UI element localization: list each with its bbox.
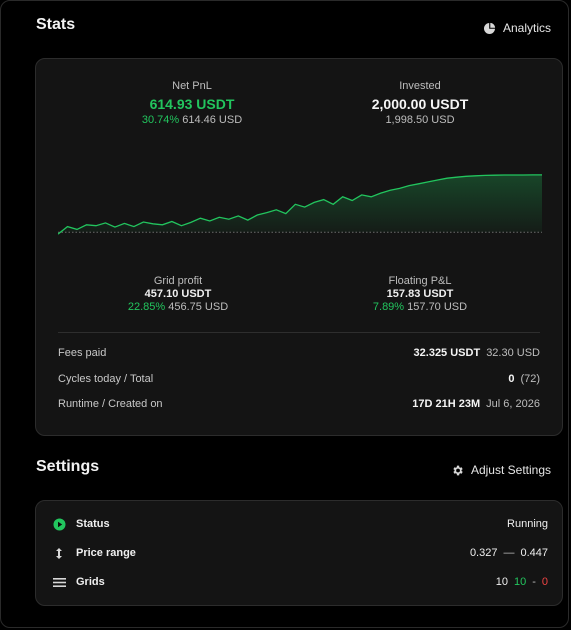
invested-value: 2,000.00 USDT (371, 96, 469, 112)
price-range-row: Price range 0.327 — 0.447 (52, 542, 548, 564)
adjust-settings-label: Adjust Settings (470, 463, 551, 477)
grids-buy: 10 (513, 576, 527, 588)
adjust-settings-button[interactable]: Adjust Settings (451, 463, 551, 477)
invested-label: Invested (399, 80, 441, 92)
floating-pl-usd: 157.70 USD (407, 301, 468, 313)
vertical-arrows-icon (52, 546, 66, 560)
grids-dash: - (532, 576, 536, 588)
grid-lines-icon (52, 575, 66, 589)
price-range-high: 0.447 (520, 547, 548, 559)
pie-chart-icon (483, 21, 497, 35)
fees-value: 32.325 USDT (413, 347, 481, 359)
stats-title: Stats (36, 16, 76, 33)
analytics-button[interactable]: Analytics (483, 21, 551, 35)
floating-pl-pct: 7.89% (372, 301, 405, 313)
net-pnl-value: 614.93 USDT (149, 96, 235, 112)
cycles-label: Cycles today / Total (58, 373, 154, 385)
invested-block: Invested 2,000.00 USDT 1,998.50 USD (320, 80, 520, 126)
runtime-row: Runtime / Created on 17D 21H 23M Jul 6, … (58, 394, 540, 414)
created-on-value: Jul 6, 2026 (486, 398, 540, 410)
grid-profit-value: 457.10 USDT (144, 288, 212, 300)
play-status-icon (52, 517, 66, 531)
grids-row: Grids 10 10 - 0 (52, 571, 548, 593)
runtime-value: 17D 21H 23M (412, 398, 481, 410)
grids-total: 10 (495, 576, 508, 588)
grids-sell: 0 (541, 576, 548, 588)
price-range-separator: — (503, 547, 515, 559)
fees-row: Fees paid 32.325 USDT 32.30 USD (58, 343, 540, 363)
status-label: Status (76, 518, 110, 530)
stats-divider (58, 332, 540, 333)
floating-pl-value: 157.83 USDT (386, 288, 454, 300)
settings-card: Status Running Price range 0.327 — 0.447 (35, 500, 563, 606)
cycles-total: (72) (520, 373, 540, 385)
analytics-label: Analytics (502, 21, 551, 35)
net-pnl-label: Net PnL (172, 80, 212, 92)
net-pnl-pct: 30.74% (141, 114, 180, 126)
price-range-label: Price range (76, 547, 136, 559)
floating-pl-label: Floating P&L (388, 275, 452, 287)
invested-usd: 1,998.50 USD (385, 114, 455, 126)
floating-pl-block: Floating P&L 157.83 USDT 7.89% 157.70 US… (320, 275, 520, 313)
pnl-chart (58, 174, 542, 235)
status-row: Status Running (52, 513, 548, 535)
fees-label: Fees paid (58, 347, 107, 359)
runtime-label: Runtime / Created on (58, 398, 163, 410)
gear-icon (451, 463, 465, 477)
fees-usd: 32.30 USD (486, 347, 540, 359)
net-pnl-usd: 614.46 USD (182, 114, 243, 126)
grid-profit-pct: 22.85% (127, 301, 166, 313)
settings-title: Settings (36, 458, 100, 475)
cycles-today: 0 (508, 373, 515, 385)
net-pnl-block: Net PnL 614.93 USDT 30.74% 614.46 USD (92, 80, 292, 126)
grid-profit-label: Grid profit (153, 275, 203, 287)
grid-profit-block: Grid profit 457.10 USDT 22.85% 456.75 US… (78, 275, 278, 313)
grid-profit-usd: 456.75 USD (168, 301, 229, 313)
stats-card: Net PnL 614.93 USDT 30.74% 614.46 USD In… (35, 58, 563, 436)
cycles-row: Cycles today / Total 0 (72) (58, 369, 540, 389)
grids-label: Grids (76, 576, 105, 588)
status-value: Running (507, 518, 548, 530)
price-range-low: 0.327 (469, 547, 498, 559)
